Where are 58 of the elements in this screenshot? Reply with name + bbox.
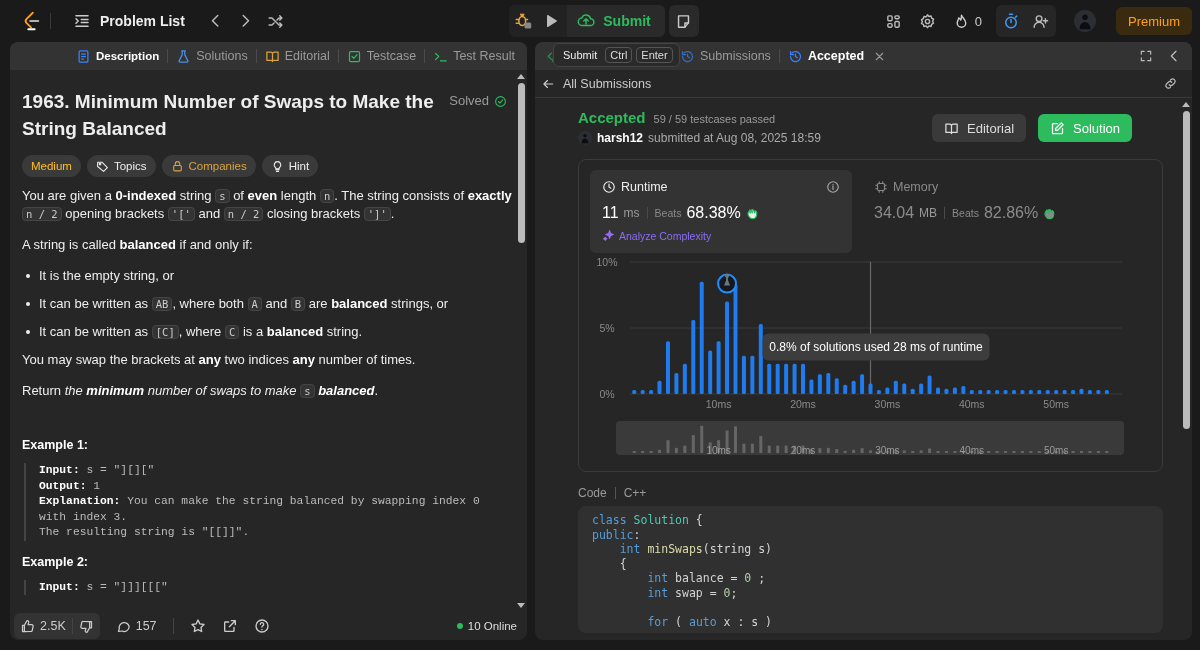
example-line: Output: 1 bbox=[39, 478, 102, 494]
metric-value: 11 bbox=[602, 204, 619, 222]
x-axis-label: 20ms bbox=[790, 398, 816, 410]
example-line: Explanation: You can make the string balanced by swapping index 0 with index 3. bbox=[39, 494, 481, 525]
x-axis-label: 40ms bbox=[958, 398, 985, 410]
testcases-passed: 59 / 59 testcases passed bbox=[653, 113, 776, 125]
y-axis-label: 5% bbox=[599, 322, 615, 334]
username: harsh12 bbox=[597, 131, 644, 145]
list-item: It is the empty string, or bbox=[26, 267, 515, 285]
y-axis-label: 10% bbox=[596, 256, 618, 268]
paragraph: A string is called balanced if and only if: bbox=[22, 236, 254, 254]
keyboard-key: Enter bbox=[636, 47, 673, 63]
code-label: Code bbox=[578, 486, 607, 500]
navigator-label: 20ms bbox=[790, 445, 816, 456]
online-status: 10 Online bbox=[456, 620, 517, 632]
navigator-label: 40ms bbox=[959, 445, 984, 456]
chart-tooltip: 0.8% of solutions used 28 ms of runtime bbox=[762, 333, 990, 361]
list-item: It can be written as AB , where both A and B are balanced strings, or bbox=[26, 295, 515, 313]
code-line: class Solution { bbox=[592, 513, 704, 528]
solved-status: Solved bbox=[449, 92, 507, 110]
result-status: Accepted bbox=[578, 109, 646, 126]
tooltip-label: Submit bbox=[563, 49, 598, 61]
metric-value: 34.04 bbox=[874, 204, 915, 222]
x-axis-label: 30ms bbox=[874, 398, 901, 410]
code-line: public: bbox=[592, 527, 642, 542]
code-line: int swap = 0; bbox=[646, 585, 739, 600]
navigator-label: 30ms bbox=[875, 445, 900, 456]
beats-label: Beats bbox=[654, 207, 682, 219]
metric-label: Memory bbox=[874, 180, 939, 194]
beats-value: 68.38% bbox=[686, 204, 741, 222]
paragraph: You are given a 0-indexed string s of even length n . The string consists of exactly n / 2 opening brackets '[' and n / 2 closing brackets ']' . bbox=[22, 187, 512, 223]
x-axis-label: 10ms bbox=[705, 398, 732, 410]
metric-unit: MB bbox=[919, 206, 938, 220]
code-line: for ( auto x : s ) bbox=[646, 614, 774, 629]
language-label: C++ bbox=[623, 486, 647, 500]
example-heading: Example 1: bbox=[22, 437, 89, 454]
submission-time: submitted at Aug 08, 2025 18:59 bbox=[648, 131, 821, 145]
x-axis-label: 50ms bbox=[1043, 398, 1069, 410]
code-line: int balance = 0 ; bbox=[646, 571, 767, 586]
beats-value: 82.86% bbox=[983, 204, 1039, 222]
annotation: 0.8% of solutions used 28 ms of runtime bbox=[769, 340, 984, 355]
paragraph: Return the minimum number of swaps to make s balanced. bbox=[22, 382, 380, 400]
example-line: Input: s = "]]][[[" bbox=[39, 579, 169, 595]
metric-label: Runtime bbox=[602, 180, 668, 194]
navigator-label: 50ms bbox=[1043, 445, 1069, 456]
y-axis-label: 0% bbox=[599, 388, 615, 400]
list-item: It can be written as [C] , where C is a balanced string. bbox=[26, 323, 515, 341]
keyboard-key: Ctrl bbox=[605, 47, 633, 63]
code-line: { bbox=[618, 556, 628, 571]
metric-unit: ms bbox=[623, 206, 640, 220]
beats-label: Beats bbox=[952, 207, 979, 219]
example-heading: Example 2: bbox=[22, 553, 89, 571]
example-line: Input: s = "][][" bbox=[39, 463, 156, 478]
problem-title: 1963. Minimum Number of Swaps to Make the String Balanced bbox=[22, 90, 435, 141]
example-line: The resulting string is "[[]]". bbox=[39, 525, 251, 540]
navigator-label: 10ms bbox=[706, 445, 731, 456]
paragraph: You may swap the brackets at any two indices any number of times. bbox=[22, 351, 417, 369]
code-line: int minSwaps(string s) bbox=[618, 542, 774, 557]
